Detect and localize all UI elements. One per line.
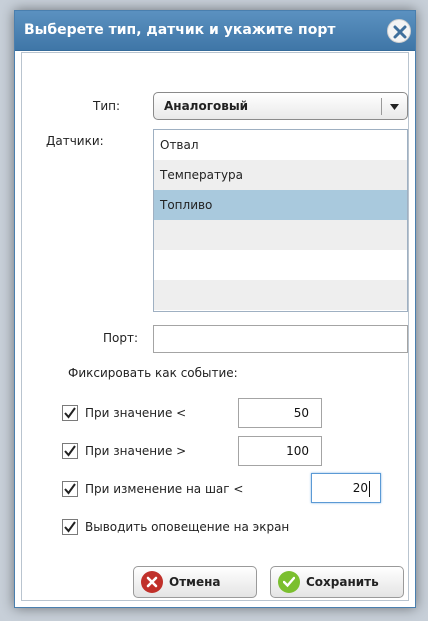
cancel-icon (141, 571, 163, 593)
checkmark-circle-icon (278, 571, 300, 593)
checkmark-icon (64, 407, 76, 419)
type-select-value: Аналоговый (164, 99, 249, 113)
cancel-button[interactable]: Отмена (133, 566, 257, 598)
checkmark-icon (64, 483, 76, 495)
dialog-title: Выберете тип, датчик и укажите порт (24, 22, 336, 38)
sensors-list[interactable]: Отвал Температура Топливо (153, 129, 408, 312)
port-input[interactable] (153, 325, 408, 353)
rule-greater-checkbox[interactable] (62, 443, 78, 459)
rule-less-input[interactable]: 50 (238, 398, 322, 428)
rule-step-input[interactable]: 20 (311, 473, 381, 503)
event-header: Фиксировать как событие: (68, 366, 238, 380)
rule-greater-label: При значение > (85, 444, 187, 458)
notify-label: Выводить оповещение на экран (85, 520, 290, 534)
save-button[interactable]: Сохранить (270, 566, 404, 598)
sensors-label: Датчики: (46, 134, 104, 148)
list-item[interactable] (154, 220, 407, 250)
rule-greater-input[interactable]: 100 (238, 436, 322, 466)
rule-step-checkbox[interactable] (62, 481, 78, 497)
text-caret (369, 481, 370, 497)
type-label: Тип: (93, 99, 121, 113)
list-item[interactable]: Температура (154, 160, 407, 190)
list-item[interactable] (154, 280, 407, 310)
notify-checkbox[interactable] (62, 519, 78, 535)
close-icon (393, 25, 407, 39)
type-select[interactable]: Аналоговый (153, 92, 408, 120)
rule-step-value: 20 (352, 481, 368, 495)
list-item[interactable]: Отвал (154, 130, 407, 160)
rule-less-checkbox[interactable] (62, 405, 78, 421)
checkmark-icon (64, 521, 76, 533)
dialog-body: Тип: Аналоговый Датчики: Отвал Температу… (21, 52, 409, 601)
sensor-dialog: Выберете тип, датчик и укажите порт Тип:… (14, 10, 416, 608)
close-button[interactable] (387, 19, 411, 43)
dialog-titlebar: Выберете тип, датчик и укажите порт (15, 11, 415, 51)
chevron-down-icon (390, 104, 399, 110)
checkmark-icon (64, 445, 76, 457)
rule-less-label: При значение < (85, 406, 187, 420)
port-label: Порт: (103, 331, 139, 345)
list-item-selected[interactable]: Топливо (154, 190, 407, 220)
save-label: Сохранить (306, 575, 379, 589)
cancel-label: Отмена (169, 575, 221, 589)
list-item[interactable] (154, 250, 407, 280)
rule-step-label: При изменение на шаг < (85, 482, 244, 496)
select-separator (381, 98, 382, 115)
